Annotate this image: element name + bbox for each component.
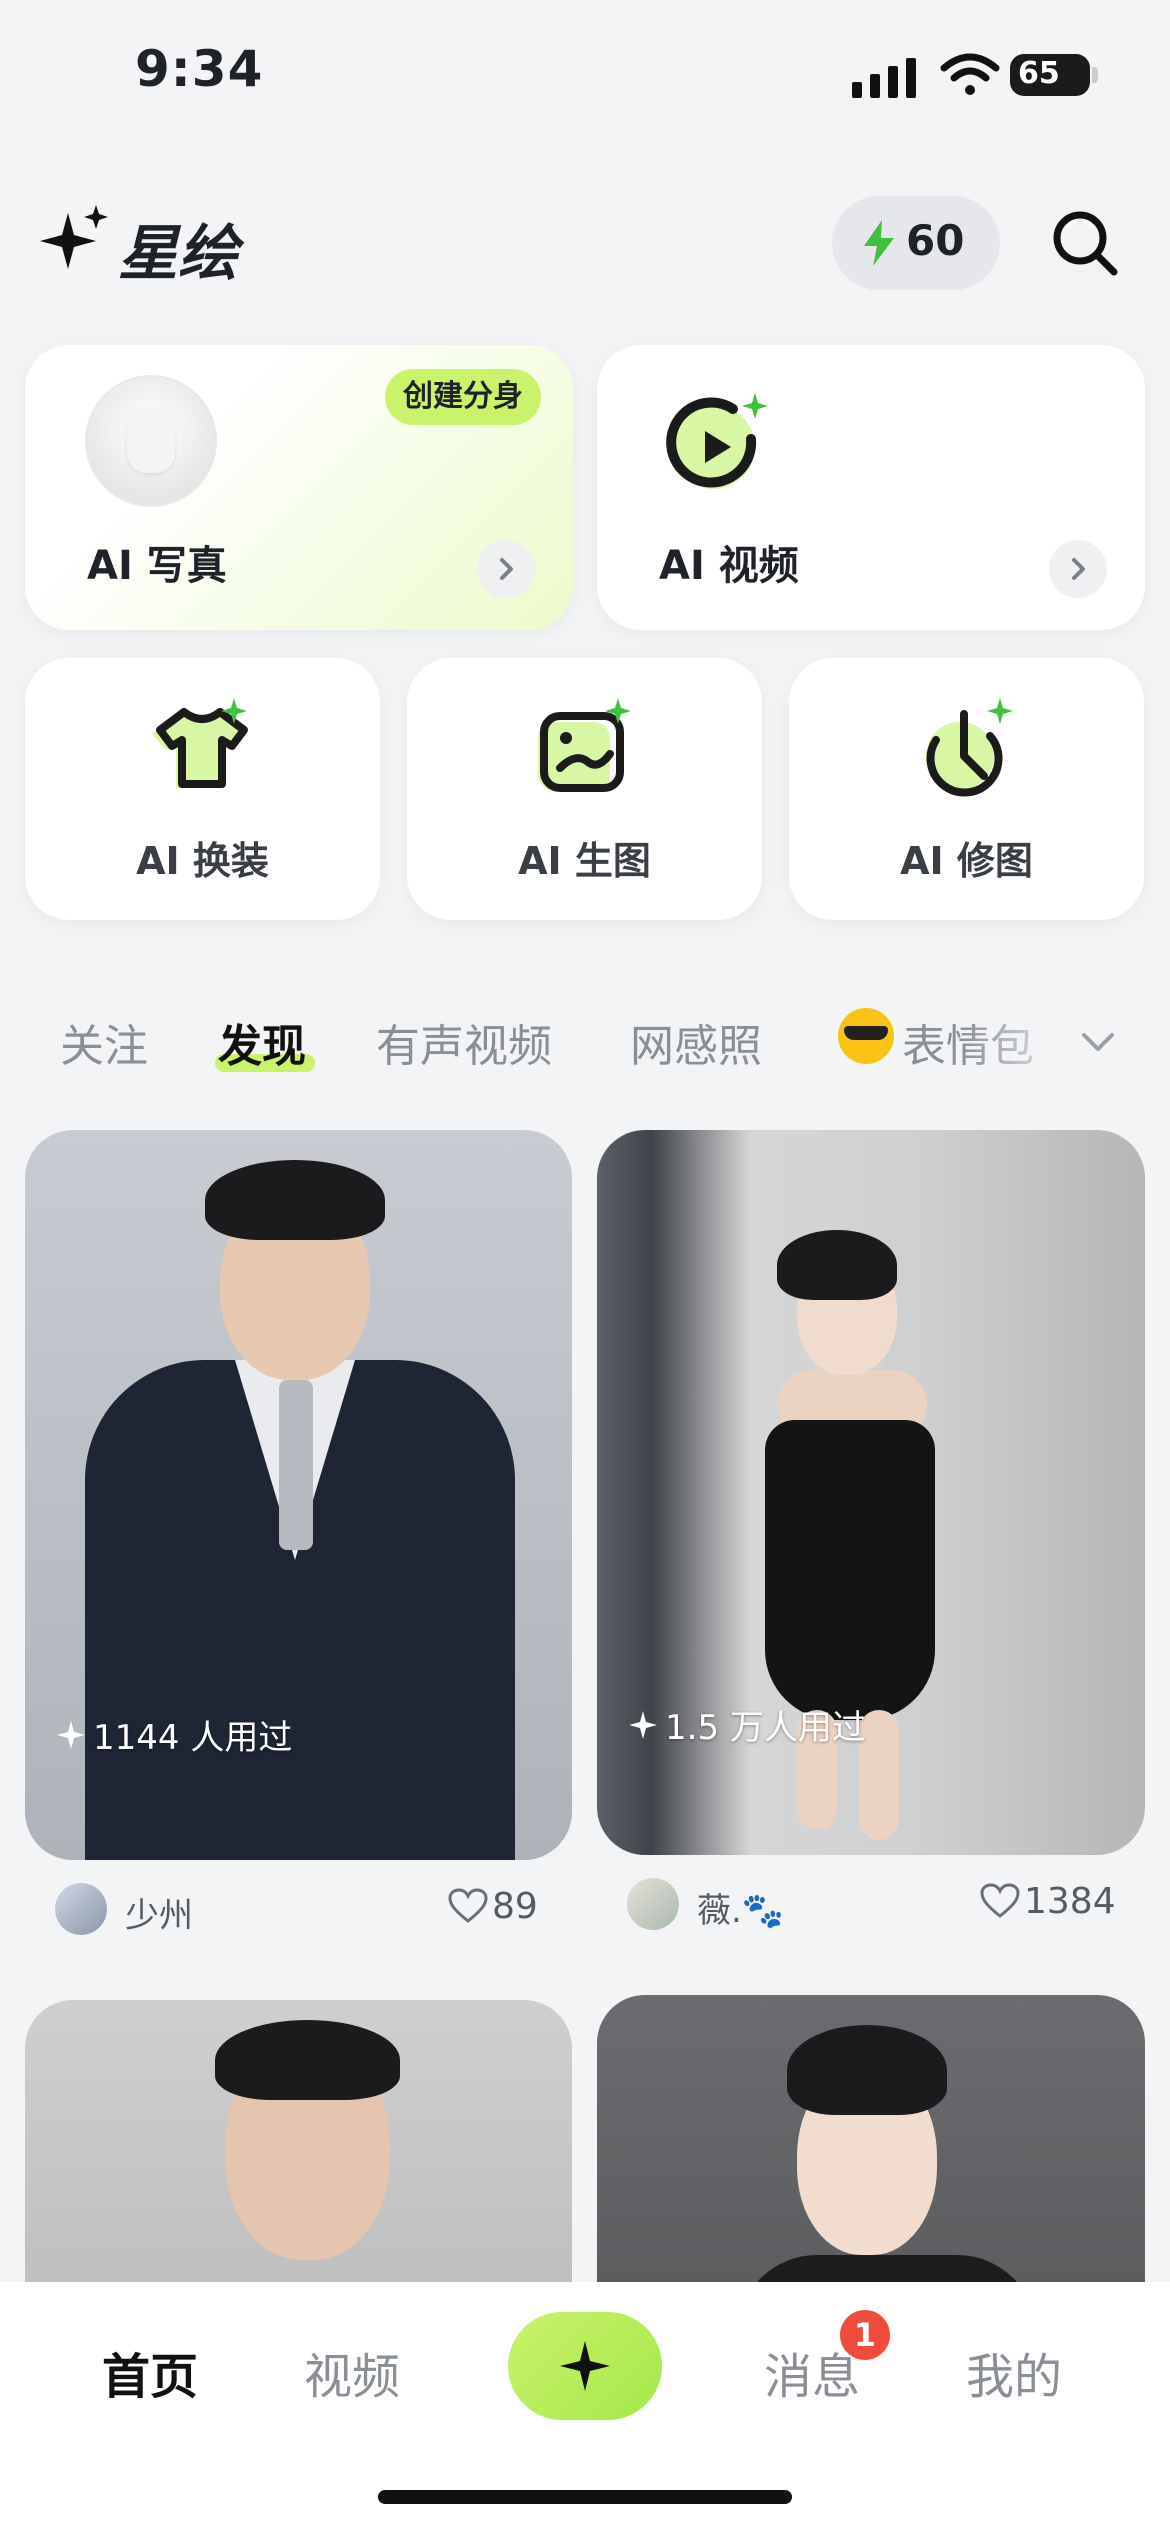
ai-outfit-label: AI 换装: [136, 839, 269, 883]
chevron-right-icon: [1072, 558, 1085, 580]
category-tabs: 关注 发现 有声视频 网感照 表情包: [0, 1000, 1170, 1090]
wifi-icon: [940, 53, 1000, 95]
tab-discover[interactable]: 发现: [218, 1010, 306, 1074]
photo-tie-shape: [279, 1380, 313, 1550]
like-button-1[interactable]: 89: [448, 1886, 538, 1927]
like-count-1: 89: [492, 1886, 538, 1927]
video-arrow-button[interactable]: [1049, 540, 1107, 598]
tshirt-icon: [152, 698, 248, 788]
tab-audio-video[interactable]: 有声视频: [376, 1010, 552, 1074]
image-generate-icon: [538, 698, 631, 792]
chevron-right-icon: [500, 558, 513, 580]
author-name-1[interactable]: 少州: [125, 1888, 193, 1937]
sparkle-logo-icon: [40, 205, 108, 269]
heart-icon: [448, 1888, 488, 1923]
feed-photo-1[interactable]: 1144 人用过: [25, 1130, 572, 1860]
photo-hair-shape: [205, 1160, 385, 1240]
ai-video-label: AI 视频: [659, 543, 799, 589]
lightning-icon: [864, 220, 894, 266]
video-play-icon: [666, 393, 768, 489]
ai-generate-card[interactable]: AI 生图: [407, 658, 762, 920]
status-time: 9:34: [135, 40, 264, 98]
create-button[interactable]: [508, 2312, 662, 2420]
usage-count-2: 1.5 万人用过: [627, 1700, 866, 1749]
photo-hair-shape: [777, 1230, 897, 1300]
search-icon[interactable]: [1050, 208, 1120, 278]
usage-count-1: 1144 人用过: [55, 1710, 292, 1759]
ai-retouch-label: AI 修图: [900, 839, 1033, 883]
heart-icon: [980, 1883, 1020, 1918]
author-name-2[interactable]: 薇.🐾: [697, 1883, 784, 1932]
ai-portrait-label: AI 写真: [87, 543, 227, 589]
like-count-2: 1384: [1024, 1881, 1116, 1922]
sparkle-icon: [57, 1721, 85, 1749]
author-avatar-1[interactable]: [55, 1883, 107, 1935]
ai-video-card[interactable]: AI 视频: [597, 345, 1145, 630]
tab-fade: [960, 1000, 1080, 1090]
credits-count: 60: [906, 216, 965, 265]
cellular-signal-icon: [852, 58, 916, 98]
home-indicator: [378, 2490, 792, 2504]
tab-follow[interactable]: 关注: [60, 1010, 148, 1074]
credits-button[interactable]: 60: [832, 196, 1000, 290]
battery-indicator: 65: [1010, 54, 1098, 96]
photo-hair-shape: [215, 2020, 400, 2100]
photo-dress-shape: [765, 1420, 935, 1720]
photo-hair-shape: [787, 2025, 947, 2115]
ai-retouch-card[interactable]: AI 修图: [789, 658, 1144, 920]
mannequin-avatar: [85, 375, 217, 507]
author-avatar-2[interactable]: [627, 1878, 679, 1930]
tab-trendy-photos[interactable]: 网感照: [630, 1010, 762, 1074]
sparkle-icon: [629, 1711, 657, 1739]
retouch-icon: [926, 698, 1013, 797]
ai-portrait-card[interactable]: 创建分身 AI 写真: [25, 345, 573, 630]
like-button-2[interactable]: 1384: [980, 1881, 1116, 1922]
chevron-down-icon[interactable]: [1078, 1022, 1118, 1062]
ai-generate-label: AI 生图: [518, 839, 651, 883]
nav-home[interactable]: 首页: [102, 2337, 198, 2407]
nav-mine[interactable]: 我的: [966, 2337, 1062, 2407]
battery-level: 65: [1018, 56, 1060, 91]
portrait-arrow-button[interactable]: [477, 540, 535, 598]
create-avatar-badge[interactable]: 创建分身: [385, 369, 541, 425]
sparkle-icon: [560, 2341, 610, 2391]
app-title: 星绘: [118, 219, 238, 289]
nav-video[interactable]: 视频: [304, 2337, 400, 2407]
feed-photo-2[interactable]: 1.5 万人用过: [597, 1130, 1145, 1855]
messages-badge: 1: [840, 2310, 890, 2360]
sunglasses-emoji-icon: [838, 1008, 894, 1064]
ai-outfit-card[interactable]: AI 换装: [25, 658, 380, 920]
